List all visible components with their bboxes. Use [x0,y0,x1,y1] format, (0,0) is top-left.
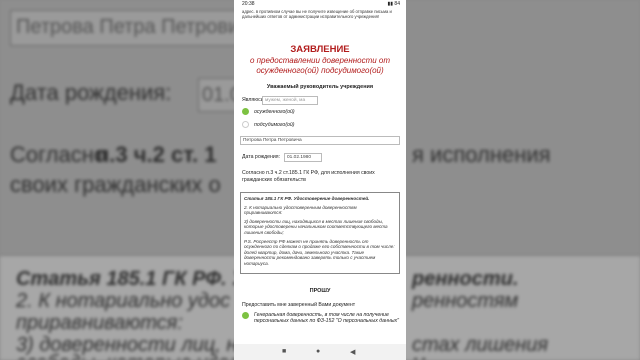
home-icon[interactable]: ● [316,348,320,355]
bg-birth-label: Дата рождения: [10,80,172,105]
battery-icon: ▮▮ 84 [387,1,400,7]
bg-p2b: ренностям [412,290,519,312]
law-paragraph-3: P.S. Росреестр РФ может не принять довер… [244,238,395,266]
back-icon[interactable]: ◀ [350,348,355,356]
page-subtitle: о предоставлении доверенности от осужден… [249,56,391,75]
request-text: Предоставить мне заверенный Вами докумен… [242,302,356,308]
notice-text: адрес. в противном случае вы не получите… [242,9,392,19]
bg-p2a: 2. К нотариально удос [16,290,231,312]
radio-defendant[interactable] [242,121,249,128]
status-bar: 20:38 ▮▮ 84 [234,0,406,8]
bg-p5b: м [412,352,426,360]
bg-p3: приравниваются: [16,312,183,334]
option-convicted-label: осужденного(ой) [254,109,295,115]
navigation-bar: ■ ● ◀ [234,344,406,360]
bg-line1a: Согласно [10,142,107,167]
law-paragraph-2: 3) доверенности лиц, находящихся в места… [244,218,388,235]
bg-p5a: свободы, которые удос [16,352,239,360]
bg-article-a: Статья 185.1 ГК РФ. У [16,268,246,290]
status-label: Являюсь [242,97,264,103]
basis-text: Согласно п.3 ч.2 ст.185.1 ГК РФ, для исп… [242,170,375,183]
radio-general-power[interactable] [242,312,249,319]
request-heading: ПРОШУ [309,288,331,294]
name-input[interactable]: Петрова Петра Петровича [240,136,400,145]
bg-line2: своих гражданских о [10,172,221,197]
law-paragraph-1: 2. К нотариально удостоверенным доверенн… [244,204,357,216]
bg-line1b: п.3 ч.2 ст. 1 [96,142,217,167]
bg-name-text: Петрова Петра Петрови [16,16,240,38]
relation-input[interactable]: мужем, женой, ма [262,96,318,105]
greeting: Уважаемый руководитель учреждения [266,84,374,90]
bg-article-b: ренности. [412,268,519,290]
option-defendant-label: подсудимого(ой) [254,122,295,128]
radio-convicted[interactable] [242,108,249,115]
page-title: ЗАЯВЛЕНИЕ [290,44,350,55]
law-title: Статья 185.1 ГК РФ. Удостоверение довере… [244,196,370,201]
status-time: 20:38 [242,1,255,7]
recent-apps-icon[interactable]: ■ [282,348,286,355]
birth-label: Дата рождения: [242,154,281,160]
phone-screen: 20:38 ▮▮ 84 адрес. в противном случае вы… [234,0,406,360]
general-power-label: Генеральная доверенность, в том числе на… [254,312,399,324]
bg-p4b: стах лишения [412,334,549,356]
bg-line1c: я исполнения [412,142,551,167]
birth-date-input[interactable]: 01.02.1980 [284,153,322,162]
law-quote-box: Статья 185.1 ГК РФ. Удостоверение довере… [240,192,400,274]
